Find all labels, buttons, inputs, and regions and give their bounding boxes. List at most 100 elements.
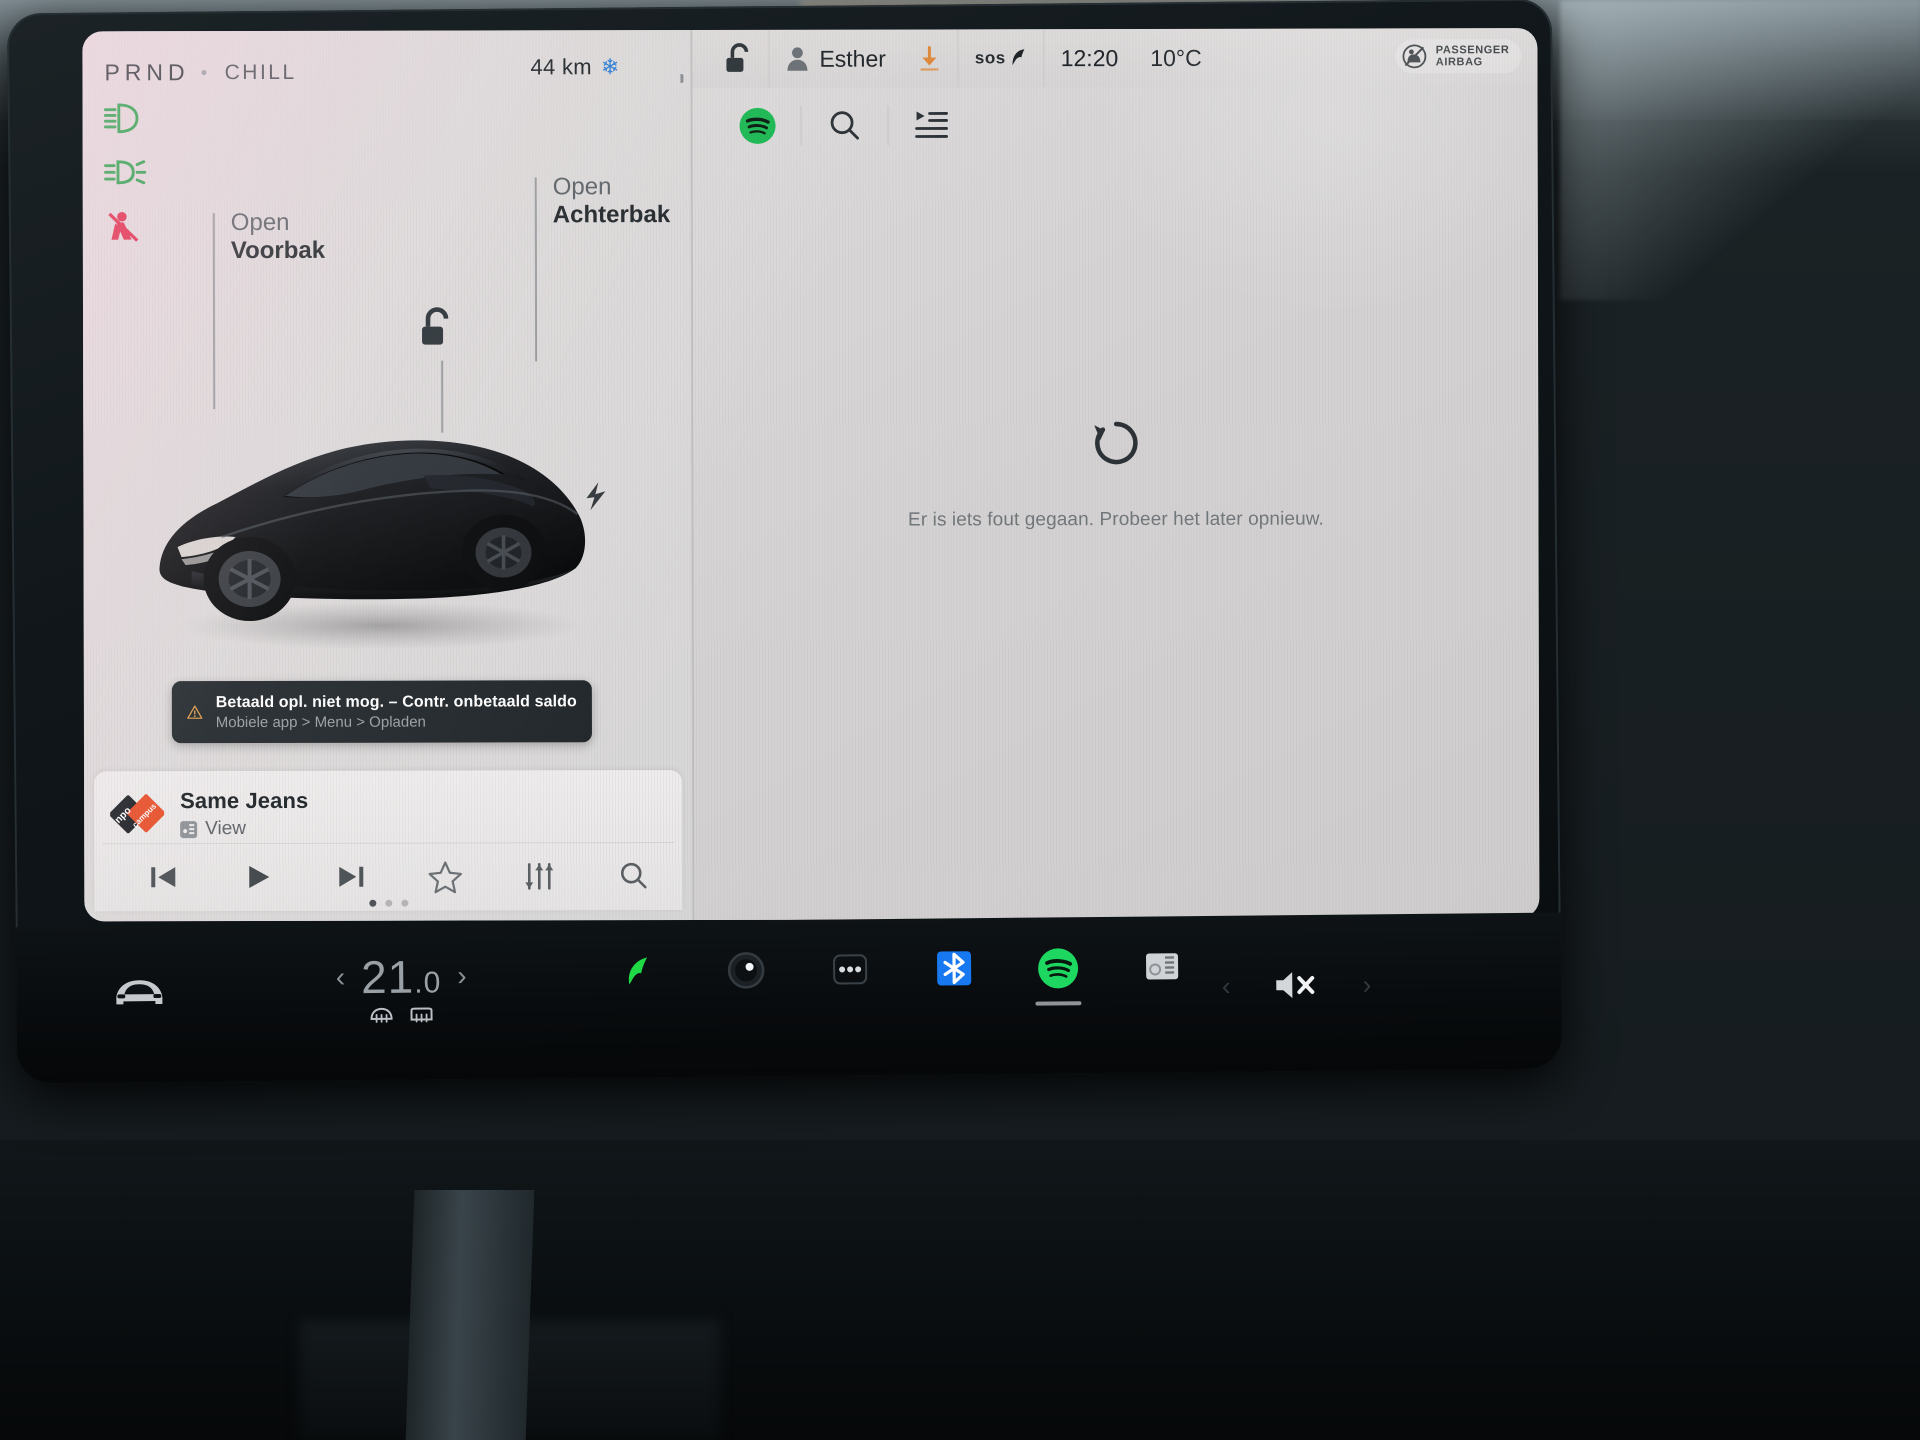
trunk-label-line1: Open [552,173,612,201]
spotify-toolbar [692,86,1537,164]
media-player-card[interactable]: npo campus Same Jeans View [94,770,683,912]
battery-cap [680,74,684,84]
spotify-library-button[interactable] [889,108,975,142]
play-icon [249,866,270,889]
trunk-label-line2: Achterbak [552,201,671,229]
software-update-button[interactable] [902,29,958,87]
snowflake-icon: ❄ [600,54,620,80]
airbag-off-icon [1402,44,1427,69]
spotify-active-indicator [1035,1001,1082,1006]
unlock-icon[interactable] [419,306,455,352]
screen-mount-stalk [405,1190,535,1440]
display-bezel: PRND CHILL Open Voorbak Open Achterbak B… [6,0,1563,1084]
airbag-label-line2: AIRBAG [1435,56,1483,69]
phone-handset-icon [1012,49,1025,66]
track-title: Same Jeans [180,787,309,814]
spotify-home-button[interactable] [715,107,801,145]
warning-triangle-icon [187,705,203,719]
passenger-airbag-indicator: PASSENGER AIRBAG [1395,39,1522,74]
media-search-button[interactable] [586,860,680,892]
climate-temp-decimal: .0 [414,966,442,1000]
front-fog-light-icon [104,160,147,185]
climate-control[interactable]: ‹ 21.0 › [296,949,507,1027]
gear-indicator-row: PRND CHILL [104,59,296,86]
track-source-row: View [180,818,308,840]
radio-app-button[interactable] [1136,946,1189,1002]
frunk-label-line2: Voorbak [230,236,326,265]
range-battery-group[interactable]: 44 km ❄ [530,54,684,84]
next-track-button[interactable] [304,862,398,892]
refresh-icon[interactable] [1090,417,1142,469]
vehicle-visualization: Open Voorbak Open Achterbak [83,173,692,681]
outside-temperature[interactable]: 10°C [1134,29,1218,87]
play-button[interactable] [210,862,304,892]
equalizer-button[interactable] [492,860,586,892]
drive-mode-label: CHILL [224,60,297,84]
page-dot-2[interactable] [384,899,392,907]
climate-temp-value: 21 [360,950,415,1004]
spotify-logo-icon [739,107,776,144]
alert-path: Mobiele app > Menu > Opladen [215,713,426,731]
driver-profile-button[interactable]: Esther [769,30,902,88]
spotify-app-pane: Er is iets fout gegaan. Probeer het late… [692,86,1540,921]
taskbar-apps [616,946,1189,1009]
dashcam-app-button[interactable] [720,950,773,1006]
volume-up-button[interactable]: › [1362,969,1371,1000]
radio-active-indicator [1139,998,1185,1002]
person-icon [787,47,808,71]
library-queue-icon [915,111,948,138]
lock-status-button[interactable] [708,30,768,88]
camera-icon [727,952,765,989]
previous-track-button[interactable] [116,862,210,892]
charging-alert-banner[interactable]: Betaald opl. niet mog. – Contr. onbetaal… [171,680,592,744]
phone-icon [628,957,647,985]
temp-increase-button[interactable]: › [457,960,467,992]
page-dot-3[interactable] [400,899,408,907]
phone-active-indicator [619,1003,665,1007]
bluetooth-active-indicator [931,1000,977,1004]
range-label: 44 km [530,54,592,80]
media-source-icon [180,820,198,838]
app-launcher-button[interactable] [824,949,877,1005]
model-3-vehicle-image[interactable] [131,370,612,661]
phone-app-button[interactable] [616,951,669,1007]
album-artwork[interactable]: npo campus [109,787,166,841]
track-source-label: View [205,818,247,840]
background-dashboard [0,1140,1920,1440]
launcher-active-indicator [827,1001,873,1005]
temperature-label: 10°C [1150,44,1202,71]
media-page-dots[interactable] [94,899,682,907]
volume-down-button[interactable]: ‹ [1222,970,1231,1001]
unlock-icon [726,43,749,72]
photo-of-tesla-touchscreen: PRND CHILL Open Voorbak Open Achterbak B… [0,0,1920,1440]
spotify-logo-icon [1038,948,1079,989]
alert-title: Betaald opl. niet mog. – Contr. onbetaal… [215,692,577,711]
sos-button[interactable]: sos [959,29,1044,87]
three-dots-icon [833,954,868,985]
star-icon [428,861,462,894]
low-beam-headlight-icon [103,103,139,134]
search-icon [620,862,647,889]
bluetooth-app-button[interactable] [928,948,981,1004]
vehicle-controls-button[interactable] [108,972,170,1018]
temp-decrease-button[interactable]: ‹ [336,961,346,993]
previous-track-icon [151,867,176,888]
media-now-playing: npo campus Same Jeans View [94,770,682,843]
front-defrost-icon[interactable] [368,1006,394,1026]
search-icon [830,111,860,140]
radio-tuner-icon [1146,953,1179,980]
bluetooth-icon [936,951,972,986]
volume-mute-icon[interactable] [1272,967,1320,1003]
next-track-icon [339,866,364,887]
spotify-error-message: Er is iets fout gegaan. Probeer het late… [908,508,1324,531]
rear-defrost-icon[interactable] [408,1005,434,1025]
tesla-touchscreen: PRND CHILL Open Voorbak Open Achterbak B… [82,28,1540,922]
favorite-button[interactable] [398,859,492,894]
vehicle-pane: PRND CHILL Open Voorbak Open Achterbak B… [82,30,693,922]
clock[interactable]: 12:20 [1045,29,1135,87]
sos-label: sos [974,48,1006,68]
spotify-app-button[interactable] [1032,947,1085,1006]
page-dot-1[interactable] [368,899,376,907]
spotify-search-button[interactable] [802,108,888,144]
background-light-streak [1560,0,1920,300]
